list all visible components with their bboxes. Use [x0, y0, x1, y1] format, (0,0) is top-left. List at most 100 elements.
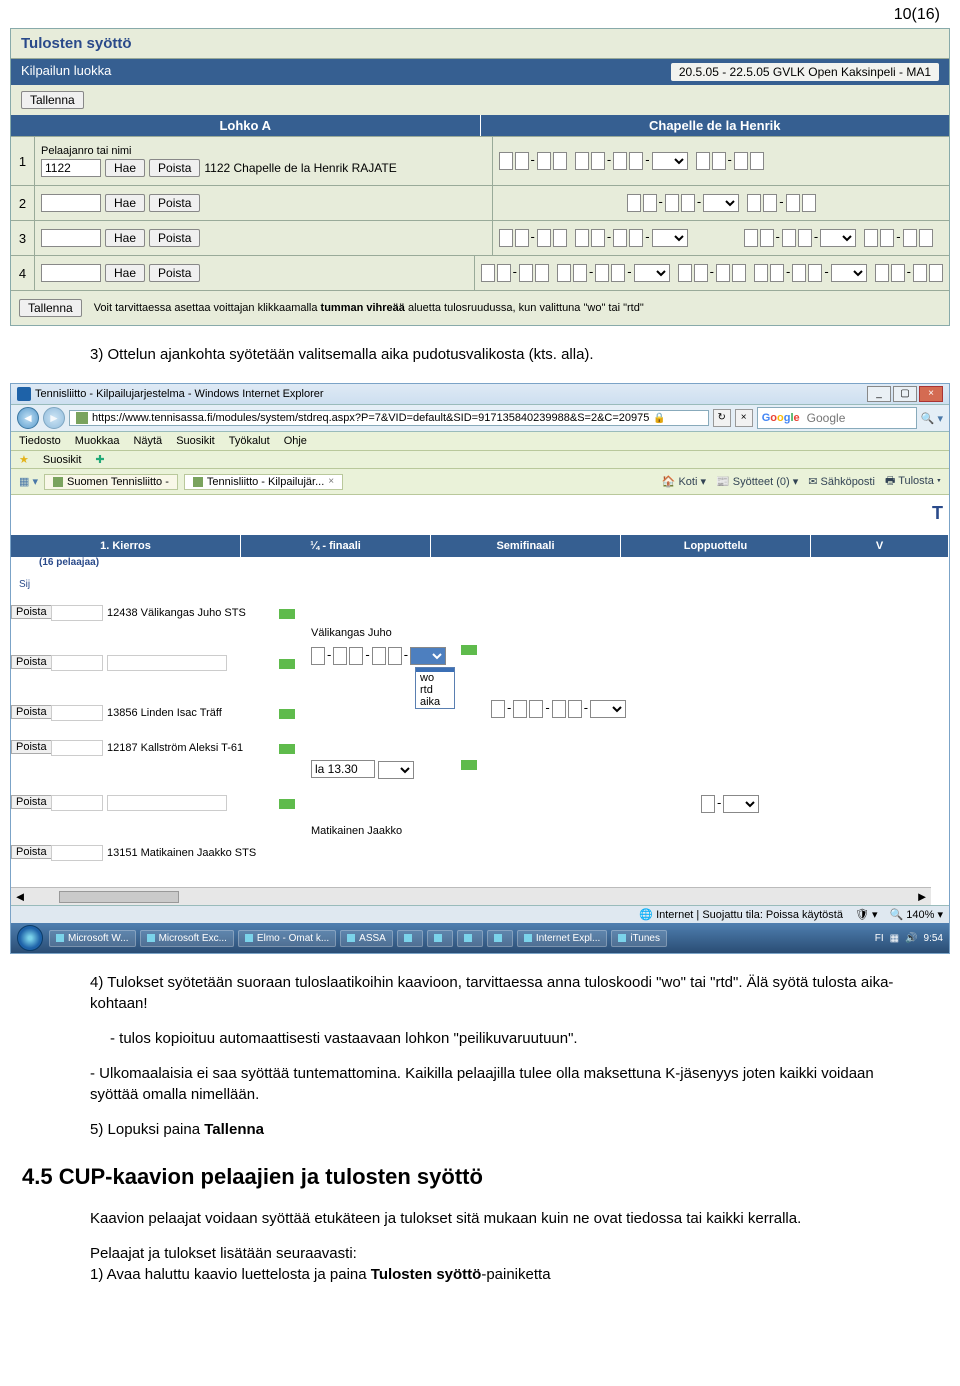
menu-item[interactable]: Työkalut — [229, 435, 270, 447]
score-input[interactable] — [750, 152, 764, 170]
score-input[interactable] — [311, 647, 325, 665]
advance-icon[interactable] — [279, 609, 295, 619]
tab-list-icon[interactable]: ▦ ▾ — [19, 475, 38, 488]
score-input[interactable] — [591, 229, 605, 247]
score-input[interactable] — [696, 152, 710, 170]
start-button[interactable] — [17, 925, 43, 951]
score-input[interactable] — [568, 700, 582, 718]
mail-tool[interactable]: ✉ Sähköposti — [808, 475, 875, 488]
save-button-top[interactable]: Tallenna — [21, 91, 84, 109]
time-input[interactable] — [311, 760, 375, 778]
menu-item[interactable]: Ohje — [284, 435, 307, 447]
score-input[interactable] — [716, 264, 730, 282]
tray-vol-icon[interactable]: 🔊 — [905, 933, 917, 944]
score-input[interactable] — [808, 264, 822, 282]
score-input[interactable] — [792, 264, 806, 282]
score-input[interactable] — [754, 264, 768, 282]
score-input[interactable] — [880, 229, 894, 247]
stop-button[interactable]: × — [735, 409, 753, 427]
dropdown-option-aika[interactable]: aika — [416, 696, 454, 708]
hae-button[interactable]: Hae — [105, 159, 145, 177]
taskbar-item[interactable]: Elmo - Omat k... — [238, 930, 336, 947]
search-glass-icon[interactable]: 🔍 ▾ — [921, 412, 943, 425]
score-input[interactable] — [575, 152, 589, 170]
result-dropdown[interactable] — [652, 152, 688, 170]
poista-button[interactable]: Poista — [149, 194, 200, 212]
poista-button[interactable]: Poista — [149, 159, 200, 177]
poista-button[interactable]: Poista — [149, 264, 200, 282]
delete-button[interactable]: Poista — [11, 705, 52, 719]
delete-button[interactable]: Poista — [11, 655, 52, 669]
score-input[interactable] — [553, 229, 567, 247]
score-input[interactable] — [747, 194, 761, 212]
score-input[interactable] — [665, 194, 679, 212]
seed-slot[interactable] — [51, 740, 103, 756]
menu-item[interactable]: Näytä — [133, 435, 162, 447]
close-button[interactable]: × — [919, 386, 943, 402]
score-input[interactable] — [575, 229, 589, 247]
score-input[interactable] — [681, 194, 695, 212]
score-input[interactable] — [701, 795, 715, 813]
score-input[interactable] — [786, 194, 800, 212]
advance-icon[interactable] — [279, 659, 295, 669]
horizontal-scrollbar[interactable]: ◄ ► — [11, 887, 931, 905]
score-input[interactable] — [499, 229, 513, 247]
score-input[interactable] — [643, 194, 657, 212]
score-input[interactable] — [573, 264, 587, 282]
score-input[interactable] — [629, 229, 643, 247]
seed-slot[interactable] — [51, 845, 103, 861]
score-input[interactable] — [519, 264, 533, 282]
score-input[interactable] — [760, 229, 774, 247]
taskbar-item[interactable]: ASSA — [340, 930, 393, 947]
result-dropdown-open[interactable] — [410, 647, 446, 665]
delete-button[interactable]: Poista — [11, 740, 52, 754]
score-input[interactable] — [591, 152, 605, 170]
advance-icon[interactable] — [279, 744, 295, 754]
score-input[interactable] — [499, 152, 513, 170]
result-dropdown[interactable] — [703, 194, 739, 212]
taskbar-item[interactable] — [397, 930, 423, 947]
score-input[interactable] — [732, 264, 746, 282]
seed-slot[interactable] — [51, 705, 103, 721]
score-input[interactable] — [481, 264, 495, 282]
score-input[interactable] — [611, 264, 625, 282]
result-dropdown[interactable] — [378, 761, 414, 779]
tab-suomen-tennisliitto[interactable]: Suomen Tennisliitto - — [44, 474, 178, 490]
taskbar-item[interactable]: iTunes — [611, 930, 667, 947]
hae-button[interactable]: Hae — [105, 264, 145, 282]
score-input[interactable] — [763, 194, 777, 212]
menu-item[interactable]: Suosikit — [176, 435, 215, 447]
minimize-button[interactable]: _ — [867, 386, 891, 402]
tab-kilpailujarjestelma[interactable]: Tennisliitto - Kilpailujär... × — [184, 474, 343, 490]
result-dropdown[interactable] — [820, 229, 856, 247]
score-input[interactable] — [515, 152, 529, 170]
delete-button[interactable]: Poista — [11, 605, 52, 619]
score-input[interactable] — [913, 264, 927, 282]
result-dropdown[interactable] — [634, 264, 670, 282]
scrollbar-thumb[interactable] — [59, 891, 179, 903]
tab-close-icon[interactable]: × — [328, 476, 334, 487]
favorites-add-icon[interactable]: ✚ — [95, 453, 104, 466]
taskbar-item[interactable] — [427, 930, 453, 947]
score-input[interactable] — [919, 229, 933, 247]
search-box[interactable]: Google — [757, 407, 917, 429]
score-input[interactable] — [712, 152, 726, 170]
score-input[interactable] — [798, 229, 812, 247]
hae-button[interactable]: Hae — [105, 194, 145, 212]
search-input[interactable] — [804, 409, 912, 427]
tray-lang[interactable]: FI — [875, 933, 884, 944]
advance-icon[interactable] — [279, 799, 295, 809]
back-button[interactable]: ◄ — [17, 407, 39, 429]
player-id-input[interactable] — [41, 159, 101, 177]
score-input[interactable] — [613, 152, 627, 170]
print-tool[interactable]: 🖶 Tulosta ▾ — [885, 472, 941, 491]
dropdown-option-wo[interactable]: wo — [416, 672, 454, 684]
tray-net-icon[interactable]: ▦ — [890, 933, 899, 944]
score-input[interactable] — [770, 264, 784, 282]
delete-button[interactable]: Poista — [11, 795, 52, 809]
forward-button[interactable]: ► — [43, 407, 65, 429]
advance-icon[interactable] — [279, 709, 295, 719]
result-dropdown[interactable] — [652, 229, 688, 247]
poista-button[interactable]: Poista — [149, 229, 200, 247]
score-input[interactable] — [491, 700, 505, 718]
